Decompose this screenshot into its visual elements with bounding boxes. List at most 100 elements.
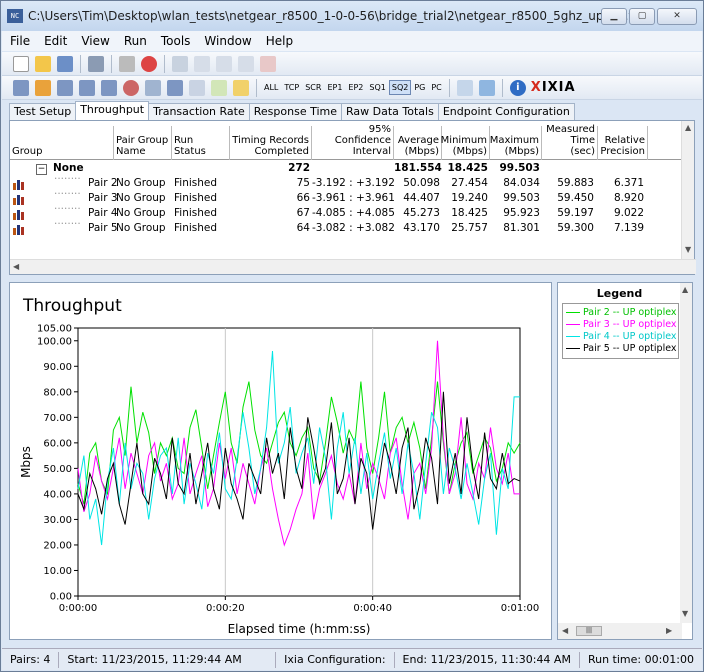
group-icon[interactable]: [35, 79, 51, 96]
compare-icon[interactable]: [456, 79, 473, 96]
menu-window[interactable]: Window: [196, 34, 257, 48]
y-tick-label: 20.00: [43, 540, 72, 551]
table-row[interactable]: ········ Pair 4 No Group Finished 67 -4.…: [10, 203, 682, 222]
scroll-left-icon[interactable]: ◀: [13, 262, 19, 271]
table-vertical-scrollbar[interactable]: ▲ ▼: [681, 121, 694, 259]
save-icon[interactable]: [57, 55, 73, 72]
filter-pc[interactable]: PC: [428, 83, 444, 92]
filter-sq2[interactable]: SQ2: [388, 80, 412, 95]
status-config: Ixia Configuration:: [276, 651, 395, 668]
filter-all[interactable]: ALL: [261, 83, 281, 92]
filter-scr[interactable]: SCR: [302, 83, 324, 92]
scroll-down-icon[interactable]: ▼: [682, 609, 688, 618]
measured-time: 59.197: [557, 207, 594, 219]
group-row[interactable]: − None 272 181.554 18.425 99.503: [10, 162, 682, 177]
menu-help[interactable]: Help: [258, 34, 299, 48]
collapse-toggle[interactable]: −: [36, 164, 47, 175]
filter-ep1[interactable]: EP1: [324, 83, 345, 92]
filter-sq1[interactable]: SQ1: [366, 83, 388, 92]
col-relative-precision[interactable]: Relative Precision: [598, 126, 648, 160]
print-icon[interactable]: [88, 55, 104, 72]
tab-test-setup[interactable]: Test Setup: [9, 103, 77, 121]
relative-precision: 9.022: [613, 207, 644, 219]
run-icon[interactable]: [119, 55, 135, 72]
endpoint-icon[interactable]: [101, 79, 117, 96]
warning-icon[interactable]: [233, 79, 249, 96]
stop-icon[interactable]: [141, 55, 157, 72]
measured-time: 59.450: [557, 192, 594, 204]
add-pair-icon[interactable]: [194, 55, 210, 72]
report-icon[interactable]: [189, 79, 205, 96]
legend-item[interactable]: Pair 4 -- UP optiplex: [566, 330, 677, 342]
menu-tools[interactable]: Tools: [153, 34, 197, 48]
legend-horizontal-scrollbar[interactable]: ◀ ||| ▶: [558, 623, 682, 639]
filter-ep2[interactable]: EP2: [345, 83, 366, 92]
maximum: 81.301: [503, 222, 540, 234]
tab-transaction-rate[interactable]: Transaction Rate: [148, 103, 250, 121]
tab-endpoint-configuration[interactable]: Endpoint Configuration: [437, 103, 575, 121]
legend-item[interactable]: Pair 2 -- UP optiplex: [566, 306, 677, 318]
pair-chart-icon: [13, 180, 24, 190]
confidence-interval: -3.192 : +3.192: [312, 177, 395, 189]
menu-file[interactable]: File: [2, 34, 36, 48]
minimum: 18.425: [451, 207, 488, 219]
database-icon[interactable]: [478, 79, 495, 96]
scroll-up-icon[interactable]: ▲: [685, 123, 691, 132]
menu-edit[interactable]: Edit: [36, 34, 73, 48]
network-icon[interactable]: [79, 79, 95, 96]
menu-run[interactable]: Run: [116, 34, 153, 48]
table-row[interactable]: ········ Pair 3 No Group Finished 66 -3.…: [10, 188, 682, 207]
legend-vertical-scrollbar[interactable]: ▲ ▼: [680, 283, 692, 623]
filter-pg[interactable]: PG: [411, 83, 428, 92]
close-button[interactable]: ✕: [657, 8, 697, 25]
tab-raw-data-totals[interactable]: Raw Data Totals: [341, 103, 439, 121]
scroll-left-icon[interactable]: ◀: [562, 626, 568, 635]
timing-records: 67: [296, 207, 310, 219]
legend-label: Pair 3 -- UP optiplex: [583, 318, 677, 330]
col-minimum[interactable]: Minimum (Mbps): [441, 126, 490, 160]
edit-icon[interactable]: [238, 55, 254, 72]
scroll-up-icon[interactable]: ▲: [682, 285, 688, 294]
col-maximum[interactable]: Maximum (Mbps): [490, 126, 542, 160]
maximize-button[interactable]: ▢: [629, 8, 655, 25]
delete-icon[interactable]: [260, 55, 276, 72]
table-row[interactable]: ········ Pair 5 No Group Finished 64 -3.…: [10, 218, 682, 237]
col-pair-group-name[interactable]: Pair Group Name: [114, 126, 172, 160]
col-measured-time[interactable]: Measured Time (sec): [542, 124, 598, 160]
filter-tcp[interactable]: TCP: [281, 83, 302, 92]
legend-item[interactable]: Pair 5 -- UP optiplex: [566, 342, 677, 354]
refresh-icon[interactable]: [172, 55, 188, 72]
script-icon[interactable]: [167, 79, 183, 96]
table-row[interactable]: ········ Pair 2 No Group Finished 75 -3.…: [10, 173, 682, 192]
copy-icon[interactable]: [216, 55, 232, 72]
table-horizontal-scrollbar[interactable]: ◀: [10, 259, 696, 274]
minimize-button[interactable]: ▁: [601, 8, 627, 25]
col-timing-records[interactable]: Timing Records Completed: [230, 126, 312, 160]
tab-response-time[interactable]: Response Time: [248, 103, 342, 121]
notes-icon[interactable]: [145, 79, 161, 96]
menu-view[interactable]: View: [73, 34, 115, 48]
group-average: 181.554: [394, 162, 442, 174]
average: 43.170: [403, 222, 440, 234]
scroll-thumb[interactable]: |||: [576, 626, 602, 636]
open-folder-icon[interactable]: [35, 55, 51, 72]
x-tick-label: 0:01:00: [501, 603, 540, 614]
tab-throughput[interactable]: Throughput: [75, 101, 150, 121]
run-status: Finished: [174, 177, 218, 189]
export-icon[interactable]: [211, 79, 227, 96]
col-confidence-interval[interactable]: 95% Confidence Interval: [312, 124, 394, 160]
legend-list: Pair 2 -- UP optiplex Pair 3 -- UP optip…: [562, 303, 679, 359]
legend-item[interactable]: Pair 3 -- UP optiplex: [566, 318, 677, 330]
info-icon[interactable]: i: [509, 79, 526, 96]
scroll-down-icon[interactable]: ▼: [685, 245, 691, 254]
error-icon[interactable]: [123, 79, 139, 96]
pair-icon[interactable]: [13, 79, 29, 96]
scroll-right-icon[interactable]: ▶: [666, 626, 672, 635]
multicast-icon[interactable]: [57, 79, 73, 96]
new-file-icon[interactable]: [13, 55, 29, 72]
y-tick-label: 70.00: [43, 413, 72, 424]
minimum: 25.757: [451, 222, 488, 234]
col-run-status[interactable]: Run Status: [172, 126, 230, 160]
col-group[interactable]: Group: [10, 126, 114, 160]
col-average[interactable]: Average (Mbps): [394, 126, 442, 160]
